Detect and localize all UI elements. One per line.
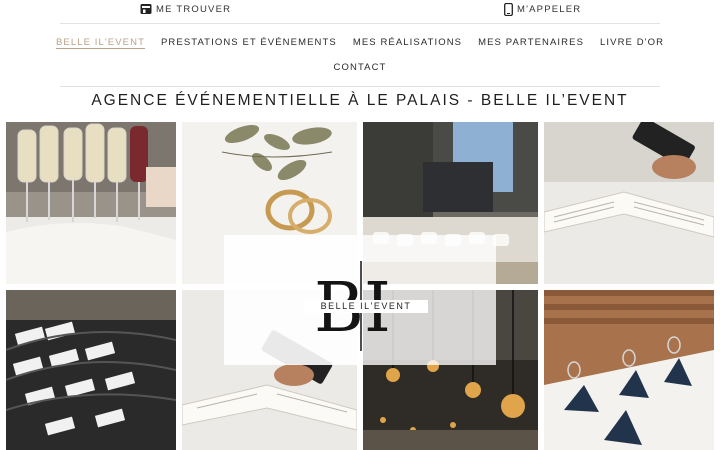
brand-logo-overlay: BI BELLE IL'EVENT [224, 235, 496, 365]
find-me-label: ME TROUVER [156, 3, 232, 15]
nav-item-guestbook[interactable]: LIVRE D'OR [600, 37, 664, 48]
main-navigation: BELLE IL'EVENT PRESTATIONS ET ÉVÉNEMENTS… [56, 30, 663, 80]
gallery-photo-badges[interactable] [6, 290, 176, 450]
top-bar: ME TROUVER M'APPELER [60, 0, 660, 24]
call-me-label: M'APPELER [517, 4, 582, 15]
nav-row-2: CONTACT [60, 55, 660, 80]
gallery-photo-champagne[interactable] [6, 122, 176, 284]
nav-divider [60, 86, 660, 87]
page-title: AGENCE ÉVÉNEMENTIELLE À LE PALAIS - BELL… [91, 92, 629, 109]
nav-row-1: BELLE IL'EVENT PRESTATIONS ET ÉVÉNEMENTS… [56, 30, 663, 55]
store-icon [140, 4, 152, 14]
nav-item-contact[interactable]: CONTACT [334, 62, 387, 73]
gallery-photo-guestbook[interactable] [544, 122, 714, 284]
phone-icon [504, 3, 513, 16]
logo-brand-name: BELLE IL'EVENT [304, 300, 428, 313]
nav-item-portfolio[interactable]: MES RÉALISATIONS [353, 37, 462, 48]
nav-item-home[interactable]: BELLE IL'EVENT [56, 37, 145, 48]
gallery-photo-table[interactable] [544, 290, 714, 450]
call-me-link[interactable]: M'APPELER [504, 3, 581, 16]
nav-item-partners[interactable]: MES PARTENAIRES [478, 37, 584, 48]
nav-item-services[interactable]: PRESTATIONS ET ÉVÉNEMENTS [161, 37, 337, 48]
find-me-link[interactable]: ME TROUVER [140, 3, 231, 15]
